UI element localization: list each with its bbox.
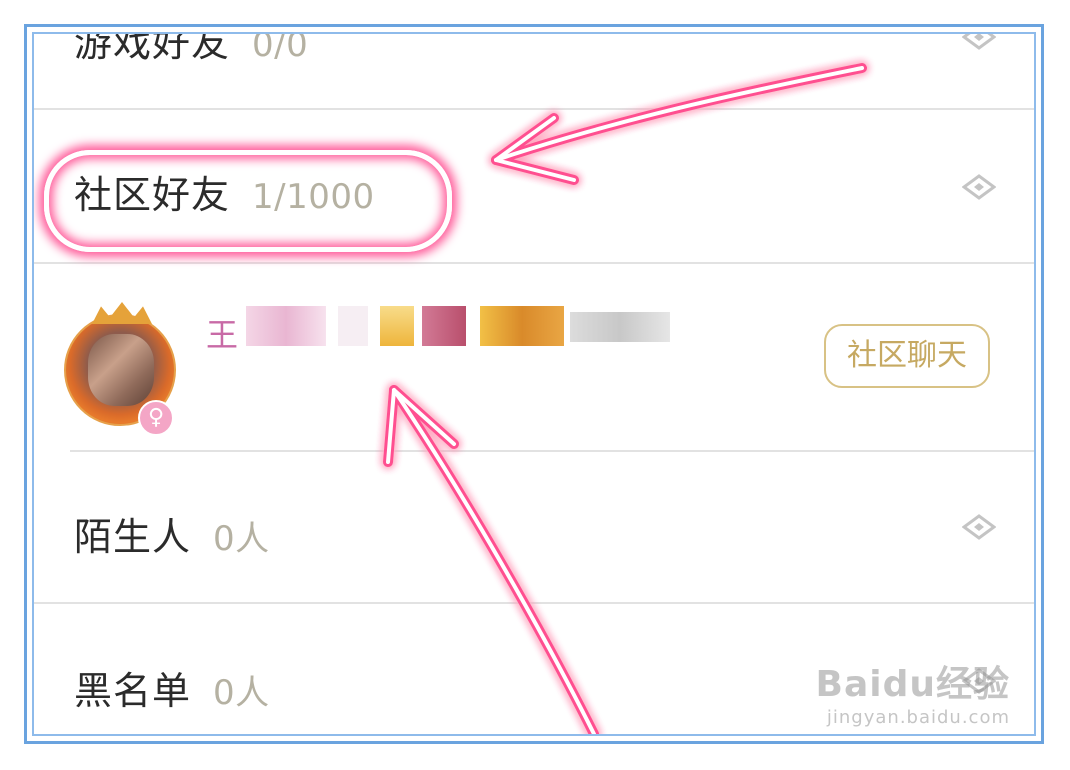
annotation-highlight-circle bbox=[44, 150, 452, 252]
baidu-jingyan-watermark: Baidu经验 jingyan.baidu.com bbox=[816, 655, 1010, 728]
expand-diamond-icon bbox=[962, 514, 996, 540]
friends-list-panel: 游戏好友 0/0 社区好友 1/1000 ♀ 王 社区聊天 陌生人 0人 黑名单… bbox=[32, 32, 1036, 736]
group-row-game-friends[interactable]: 游戏好友 0/0 bbox=[34, 34, 1034, 108]
friend-name: 王 bbox=[206, 316, 239, 354]
group-label: 游戏好友 bbox=[74, 32, 231, 65]
group-title-strangers: 陌生人 0人 bbox=[74, 506, 270, 561]
group-label: 陌生人 bbox=[74, 515, 192, 559]
name-mosaic bbox=[422, 306, 466, 346]
expand-diamond-icon bbox=[962, 34, 996, 50]
group-row-strangers[interactable]: 陌生人 0人 bbox=[34, 452, 1034, 602]
watermark-url: jingyan.baidu.com bbox=[826, 707, 1010, 728]
name-mosaic bbox=[380, 306, 414, 346]
group-count: 0人 bbox=[213, 673, 270, 713]
group-count: 0人 bbox=[213, 519, 270, 559]
watermark-brand: Baidu经验 bbox=[815, 664, 1010, 705]
name-mosaic bbox=[480, 306, 564, 346]
group-title-game-friends: 游戏好友 0/0 bbox=[74, 32, 309, 67]
expand-diamond-icon bbox=[962, 174, 996, 200]
avatar-face bbox=[88, 334, 154, 406]
group-label: 黑名单 bbox=[74, 669, 192, 713]
name-mosaic bbox=[570, 312, 670, 342]
community-chat-button[interactable]: 社区聊天 bbox=[824, 324, 990, 388]
female-gender-icon: ♀ bbox=[138, 400, 174, 436]
group-count: 0/0 bbox=[252, 32, 309, 65]
name-mosaic bbox=[246, 306, 326, 346]
group-title-blacklist: 黑名单 0人 bbox=[74, 660, 270, 715]
name-mosaic bbox=[338, 306, 368, 346]
